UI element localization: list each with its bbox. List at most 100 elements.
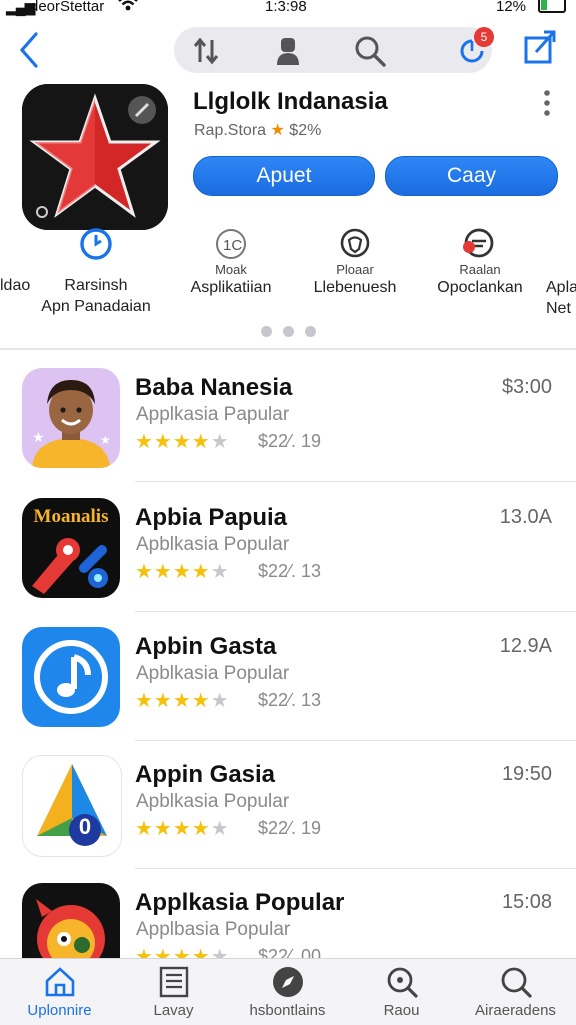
sort-button[interactable] (186, 31, 226, 71)
app-price: 19:50 (501, 763, 552, 785)
home-icon (45, 967, 74, 997)
status-bar: ▂▄▆ deorStettar 1:3:98 12% (0, 0, 576, 18)
carrier-label: deorStettar (30, 0, 105, 15)
app-meta: $22⁄. 13 (258, 561, 322, 581)
app-meta: $22⁄. 19 (258, 431, 322, 451)
quick-action-label: Asplikatiian (190, 279, 272, 296)
more-vertical-icon (544, 90, 550, 116)
tab-search-alt[interactable]: Airaeradens (458, 962, 573, 1019)
quick-action-clipped-left[interactable]: ldao (0, 277, 30, 295)
svg-text:★: ★ (32, 429, 45, 445)
app-icon: Moanalis (22, 498, 120, 598)
app-category: Applkasia Papular (136, 404, 290, 425)
app-name: Appin Gasia (135, 761, 276, 788)
battery-icon (538, 0, 566, 13)
sort-icon (193, 37, 219, 65)
app-price: $3:00 (501, 376, 552, 398)
chat-badge (463, 241, 475, 253)
app-icon (22, 627, 120, 727)
quick-action-label: Apla (546, 279, 576, 296)
secondary-action-button[interactable]: Caay (385, 156, 558, 196)
quick-action-2[interactable]: Ploaar Llebenuesh (300, 227, 410, 298)
person-icon (277, 38, 299, 65)
svg-text:1C: 1C (223, 237, 242, 254)
app-subtitle: Rap.Stora ★ $2% (194, 120, 321, 140)
app-meta: $22⁄. 13 (258, 690, 322, 710)
tab-list[interactable]: Lavay (116, 962, 231, 1019)
quick-action-label: Opoclankan (437, 279, 523, 296)
search-icon (387, 967, 418, 998)
app-category: Apblkasia Popular (136, 534, 290, 555)
triangle-logo-icon (37, 764, 107, 846)
quick-action-1[interactable]: 1C Moak Asplikatiian (176, 227, 286, 298)
chevron-left-icon (19, 32, 38, 68)
app-price: 15:08 (501, 891, 552, 913)
battery-label: 12% (496, 0, 527, 15)
app-category: Apblkasia Popular (136, 663, 290, 684)
rating-badge: $2% (289, 122, 322, 139)
avatar-icon: ★ ★ (22, 368, 120, 468)
app-price: 13.0A (499, 506, 552, 528)
quick-action-label: Rarsinsh (64, 277, 128, 294)
quick-action-clipped-right[interactable]: Apla Net (546, 277, 576, 319)
search-button[interactable] (350, 31, 390, 71)
list-item[interactable]: 0 Appin Gasia Apblkasia Popular ★★★★★ $2… (0, 755, 576, 883)
page-dot[interactable] (283, 326, 294, 337)
page-dot[interactable] (305, 326, 316, 337)
row-divider (135, 481, 576, 482)
star-rating: ★★★★★ (135, 431, 230, 453)
quick-action-label: Apn Panadaian (41, 298, 151, 315)
list-item[interactable]: Moanalis Apbia Papuia Apblkasia Popular … (0, 498, 576, 626)
tab-label: Lavay (153, 1002, 194, 1019)
wifi-icon (118, 0, 138, 16)
app-name: Baba Nanesia (135, 374, 293, 401)
primary-action-button[interactable]: Apuet (193, 156, 375, 196)
quick-action-0[interactable]: Rarsinsh Apn Panadaian (36, 227, 156, 317)
app-icon-wordmark: Moanalis (33, 506, 109, 527)
app-title: Llglolk Indanasia (193, 88, 388, 115)
updates-button[interactable]: 5 (452, 27, 494, 71)
list-item[interactable]: ★ ★ Baba Nanesia Applkasia Papular ★★★★★ … (0, 368, 576, 496)
app-icon: 0 (22, 755, 122, 857)
svg-text:★: ★ (100, 433, 111, 447)
quick-action-label: Net (546, 300, 571, 317)
star-logo-icon (22, 84, 168, 230)
quick-action-caption: Ploaar (336, 262, 374, 277)
shield-icon (338, 227, 372, 261)
store-label: Rap.Stora (194, 122, 267, 139)
music-note-icon (22, 627, 120, 727)
app-meta: $22⁄. 19 (258, 818, 322, 838)
profile-button[interactable] (268, 31, 308, 71)
app-name: Apbia Papuia (135, 504, 288, 531)
app-price: 12.9A (499, 635, 552, 657)
chat-icon (463, 227, 497, 261)
more-button[interactable] (540, 88, 554, 123)
clock-label: 1:3:98 (265, 0, 307, 15)
row-divider (135, 868, 576, 869)
app-name: Applkasia Popular (135, 889, 345, 916)
featured-app-icon[interactable] (22, 84, 168, 230)
compass-icon (272, 967, 303, 997)
tab-label: Raou (383, 1002, 420, 1019)
tab-explore[interactable]: hsbontlains (230, 962, 345, 1019)
star-icon: ★ (270, 122, 285, 139)
back-button[interactable] (14, 30, 44, 75)
list-item[interactable]: Apbin Gasta Apblkasia Popular ★★★★★ $22⁄… (0, 627, 576, 755)
quick-action-3[interactable]: Raalan Opoclankan (425, 227, 535, 298)
share-button[interactable] (520, 28, 560, 73)
app-icon: ★ ★ (22, 368, 120, 468)
list-icon (159, 966, 188, 998)
share-icon (524, 30, 556, 64)
quick-action-label: Llebenuesh (313, 279, 397, 296)
search-icon (501, 967, 532, 998)
cc-icon: 1C (214, 227, 248, 261)
tab-label: Uplonnire (27, 1002, 92, 1019)
notification-badge: 5 (474, 27, 494, 47)
star-rating: ★★★★★ (135, 561, 230, 583)
tab-search[interactable]: Raou (344, 962, 459, 1019)
page-dot[interactable] (261, 326, 272, 337)
tab-label: hsbontlains (249, 1002, 326, 1019)
tab-home[interactable]: Uplonnire (2, 962, 117, 1019)
quick-action-caption: Raalan (459, 262, 501, 277)
star-rating: ★★★★★ (135, 690, 230, 712)
